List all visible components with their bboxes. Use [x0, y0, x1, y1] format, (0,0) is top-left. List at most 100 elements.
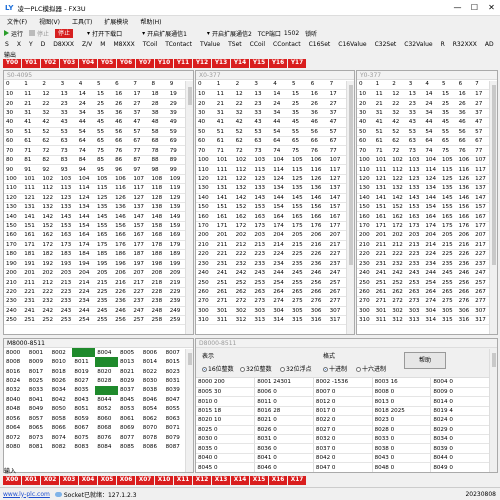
- grid-cell[interactable]: 62: [390, 136, 407, 147]
- grid-cell[interactable]: 20: [4, 98, 23, 109]
- grid-cell[interactable]: 204: [271, 230, 290, 241]
- grid-cell[interactable]: 155: [289, 202, 309, 213]
- grid-cell[interactable]: 239: [167, 296, 186, 307]
- open-ext-comm2-button[interactable]: ▾ 开启扩展通信2: [207, 29, 252, 38]
- grid-cell[interactable]: 5: [439, 80, 457, 90]
- grid-cell[interactable]: 134: [76, 202, 95, 213]
- d-cell[interactable]: 8018 2025: [372, 406, 432, 417]
- d-cell[interactable]: 8027 0: [313, 425, 373, 436]
- input-x17[interactable]: X17: [288, 476, 306, 485]
- grid-cell[interactable]: 65: [289, 136, 309, 147]
- grid-cell[interactable]: 207: [131, 268, 150, 279]
- grid-cell[interactable]: 46: [113, 117, 132, 128]
- grid-cell[interactable]: 242: [390, 268, 407, 279]
- m-cell[interactable]: 8070: [141, 423, 164, 432]
- grid-cell[interactable]: 39: [167, 108, 186, 119]
- grid-cell[interactable]: 164: [76, 230, 95, 241]
- m-cell[interactable]: 8063: [164, 414, 187, 423]
- grid-cell[interactable]: 5: [289, 80, 309, 90]
- grid-cell[interactable]: 93: [58, 164, 77, 175]
- grid-cell[interactable]: 109: [167, 174, 186, 185]
- grid-cell[interactable]: 224: [76, 287, 95, 298]
- grid-cell[interactable]: 10: [357, 89, 374, 100]
- grid-cell[interactable]: 184: [76, 249, 95, 260]
- grid-cell[interactable]: 81: [22, 155, 41, 166]
- grid-cell[interactable]: 121: [22, 193, 41, 204]
- grid-cell[interactable]: 317: [327, 315, 347, 326]
- grid-cell[interactable]: 52: [390, 127, 407, 138]
- lock-button[interactable]: 锁听: [305, 29, 317, 38]
- grid-cell[interactable]: 120: [196, 174, 215, 185]
- grid-cell[interactable]: 247: [473, 268, 490, 279]
- grid-cell[interactable]: 247: [327, 268, 347, 279]
- open-ext-comm1-button[interactable]: ▾ 开启扩展通信1: [142, 29, 187, 38]
- grid-cell[interactable]: 7: [473, 80, 490, 90]
- grid-cell[interactable]: 212: [390, 240, 407, 251]
- grid-cell[interactable]: 132: [233, 183, 253, 194]
- m-cell[interactable]: 8010: [50, 357, 73, 366]
- grid-cell[interactable]: 206: [456, 230, 474, 241]
- grid-cell[interactable]: 217: [473, 240, 490, 251]
- grid-cell[interactable]: 270: [357, 296, 374, 307]
- grid-cell[interactable]: 205: [94, 268, 114, 279]
- grid-cell[interactable]: 254: [423, 277, 440, 288]
- grid-cell[interactable]: 14: [76, 89, 95, 100]
- d-cell[interactable]: 8049 0: [430, 462, 490, 472]
- grid-cell[interactable]: 255: [439, 277, 457, 288]
- grid-cell[interactable]: 157: [327, 202, 347, 213]
- grid-cell[interactable]: 119: [167, 183, 186, 194]
- grid-cell[interactable]: 50: [4, 127, 23, 138]
- grid-cell[interactable]: 205: [289, 230, 309, 241]
- grid-cell[interactable]: 53: [58, 127, 77, 138]
- grid-cell[interactable]: 204: [76, 268, 95, 279]
- grid-cell[interactable]: 55: [289, 127, 309, 138]
- grid-cell[interactable]: 34: [76, 108, 95, 119]
- grid-cell[interactable]: 31: [214, 108, 234, 119]
- s-scrollbar[interactable]: [185, 81, 193, 334]
- grid-cell[interactable]: 210: [357, 240, 374, 251]
- m-cell[interactable]: 8081: [27, 442, 50, 451]
- grid-cell[interactable]: 201: [373, 230, 391, 241]
- grid-cell[interactable]: 263: [252, 287, 272, 298]
- d-cell[interactable]: 8009 0: [430, 387, 490, 398]
- grid-cell[interactable]: 203: [406, 230, 424, 241]
- output-y13[interactable]: Y13: [212, 59, 230, 68]
- grid-cell[interactable]: 143: [58, 211, 77, 222]
- grid-cell[interactable]: 131: [22, 202, 41, 213]
- grid-cell[interactable]: 136: [113, 202, 132, 213]
- grid-cell[interactable]: 105: [439, 155, 457, 166]
- d-cell[interactable]: 8013 0: [372, 396, 432, 407]
- grid-cell[interactable]: 162: [390, 211, 407, 222]
- grid-cell[interactable]: 45: [94, 117, 114, 128]
- grid-cell[interactable]: 128: [149, 193, 168, 204]
- grid-cell[interactable]: 102: [40, 174, 59, 185]
- grid-cell[interactable]: 305: [439, 306, 457, 317]
- grid-cell[interactable]: 24: [271, 98, 290, 109]
- grid-cell[interactable]: 113: [406, 164, 424, 175]
- m-cell[interactable]: 8002: [50, 348, 73, 357]
- grid-cell[interactable]: 160: [4, 230, 23, 241]
- grid-cell[interactable]: 23: [58, 98, 77, 109]
- grid-cell[interactable]: 126: [456, 174, 474, 185]
- m-cell[interactable]: 8006: [141, 348, 164, 357]
- grid-cell[interactable]: 214: [423, 240, 440, 251]
- grid-cell[interactable]: 201: [214, 230, 234, 241]
- grid-cell[interactable]: 253: [406, 277, 424, 288]
- stop-button[interactable]: 停止: [55, 28, 74, 38]
- grid-cell[interactable]: 190: [4, 259, 23, 269]
- m-cell[interactable]: 8008: [4, 357, 27, 366]
- grid-cell[interactable]: 76: [456, 145, 474, 156]
- grid-cell[interactable]: 172: [233, 221, 253, 232]
- var-type-0[interactable]: S: [5, 41, 9, 48]
- output-y15[interactable]: Y15: [250, 59, 268, 68]
- grid-cell[interactable]: 222: [40, 287, 59, 298]
- m-cell[interactable]: 8005: [118, 348, 141, 357]
- grid-cell[interactable]: 200: [357, 230, 374, 241]
- grid-cell[interactable]: 50: [357, 127, 374, 138]
- input-x11[interactable]: X11: [174, 476, 192, 485]
- grid-cell[interactable]: 41: [373, 117, 391, 128]
- grid-cell[interactable]: 191: [22, 259, 41, 269]
- grid-cell[interactable]: 160: [196, 211, 215, 222]
- grid-cell[interactable]: 62: [233, 136, 253, 147]
- grid-cell[interactable]: 30: [357, 108, 374, 119]
